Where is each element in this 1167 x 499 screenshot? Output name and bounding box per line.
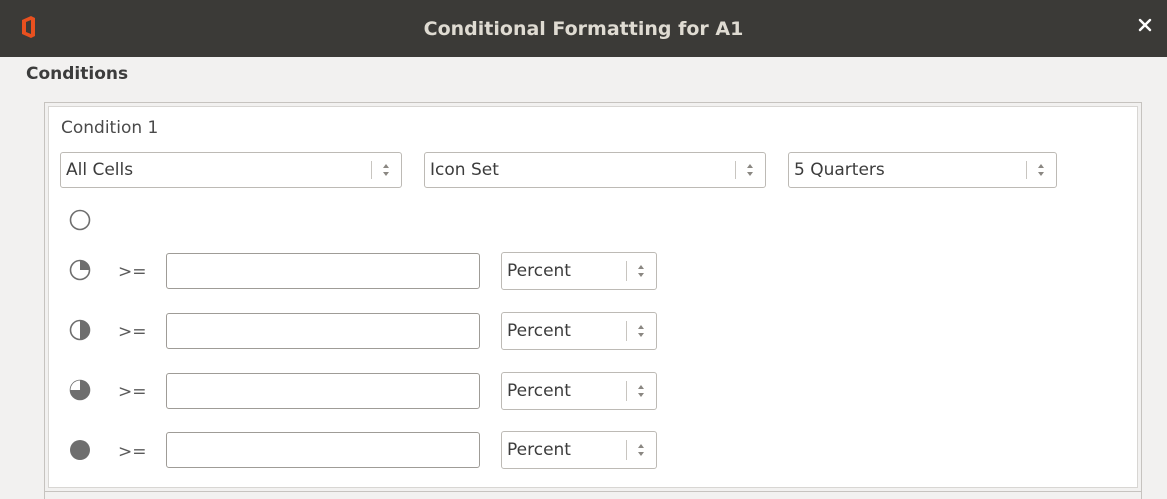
- quarter-3-icon: [69, 379, 91, 401]
- threshold-input-2[interactable]: [166, 313, 480, 349]
- next-condition-strip: [44, 492, 1142, 499]
- operator-label: >=: [118, 442, 147, 462]
- threshold-input-3[interactable]: [166, 373, 480, 409]
- unit-select-value: Percent: [507, 261, 571, 281]
- title-bar: Conditional Formatting for A1: [0, 0, 1167, 57]
- scope-select-value: All Cells: [66, 160, 134, 180]
- unit-select-value: Percent: [507, 381, 571, 401]
- close-icon[interactable]: [1137, 17, 1153, 33]
- office-logo-icon: [22, 16, 35, 38]
- spinner-arrows-icon: [626, 432, 656, 468]
- spinner-arrows-icon: [1026, 153, 1056, 187]
- iconset-select-value: 5 Quarters: [794, 160, 885, 180]
- spinner-arrows-icon: [626, 313, 656, 349]
- threshold-input-1[interactable]: [166, 253, 480, 289]
- spinner-arrows-icon: [735, 153, 765, 187]
- scope-select[interactable]: All Cells: [60, 152, 402, 188]
- unit-select-value: Percent: [507, 321, 571, 341]
- spinner-arrows-icon: [626, 373, 656, 409]
- quarter-4-icon: [70, 440, 90, 460]
- type-select[interactable]: Icon Set: [424, 152, 766, 188]
- type-select-value: Icon Set: [430, 160, 499, 180]
- operator-label: >=: [118, 322, 147, 342]
- operator-label: >=: [118, 382, 147, 402]
- unit-select-4[interactable]: Percent: [501, 431, 657, 469]
- quarter-2-icon: [69, 319, 91, 341]
- quarter-1-icon: [69, 259, 91, 281]
- unit-select-3[interactable]: Percent: [501, 372, 657, 410]
- operator-label: >=: [118, 262, 147, 282]
- spinner-arrows-icon: [626, 253, 656, 289]
- threshold-input-4[interactable]: [166, 432, 480, 468]
- unit-select-1[interactable]: Percent: [501, 252, 657, 290]
- conditions-heading: Conditions: [26, 64, 129, 84]
- iconset-select[interactable]: 5 Quarters: [788, 152, 1057, 188]
- condition-label: Condition 1: [61, 118, 159, 138]
- window-title: Conditional Formatting for A1: [423, 17, 744, 40]
- spinner-arrows-icon: [371, 153, 401, 187]
- quarter-0-icon: [69, 209, 91, 231]
- unit-select-value: Percent: [507, 440, 571, 460]
- unit-select-2[interactable]: Percent: [501, 312, 657, 350]
